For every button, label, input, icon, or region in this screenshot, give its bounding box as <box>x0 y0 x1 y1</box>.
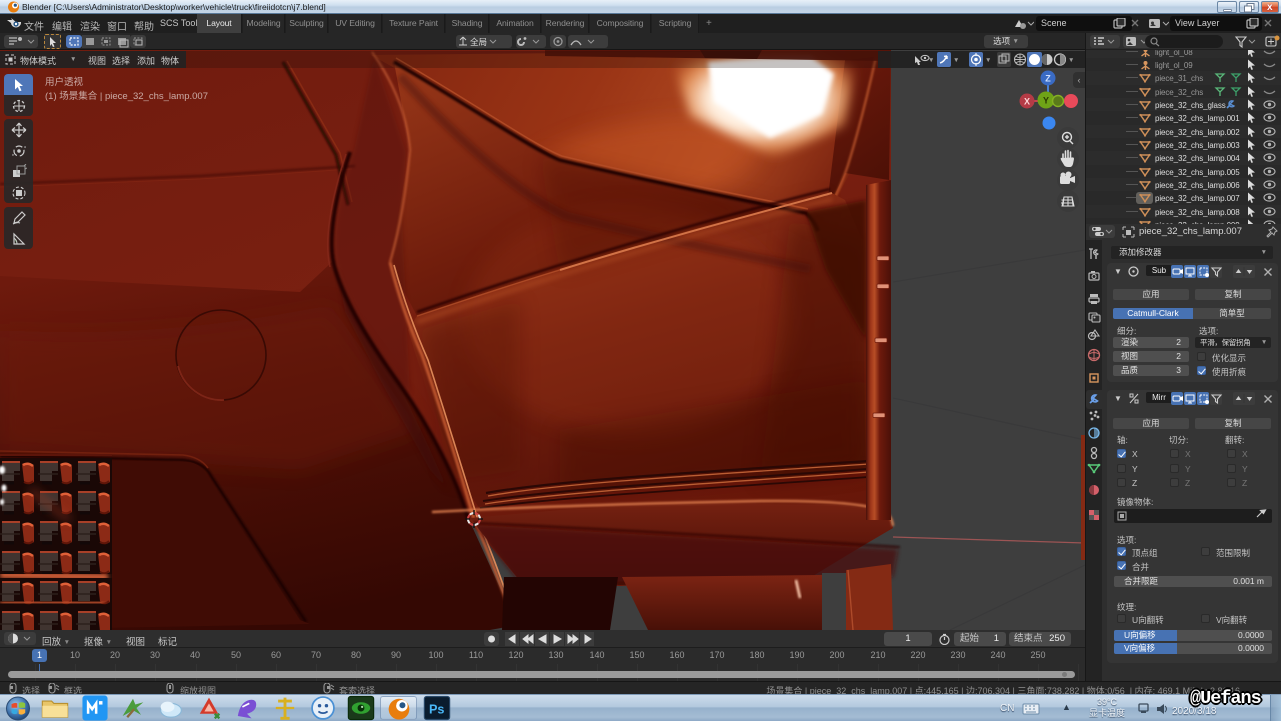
svg-text:Ps: Ps <box>428 703 443 717</box>
svg-text:Y: Y <box>1043 96 1049 106</box>
svg-text:X: X <box>1024 97 1030 107</box>
svg-text:Z: Z <box>1045 74 1051 84</box>
